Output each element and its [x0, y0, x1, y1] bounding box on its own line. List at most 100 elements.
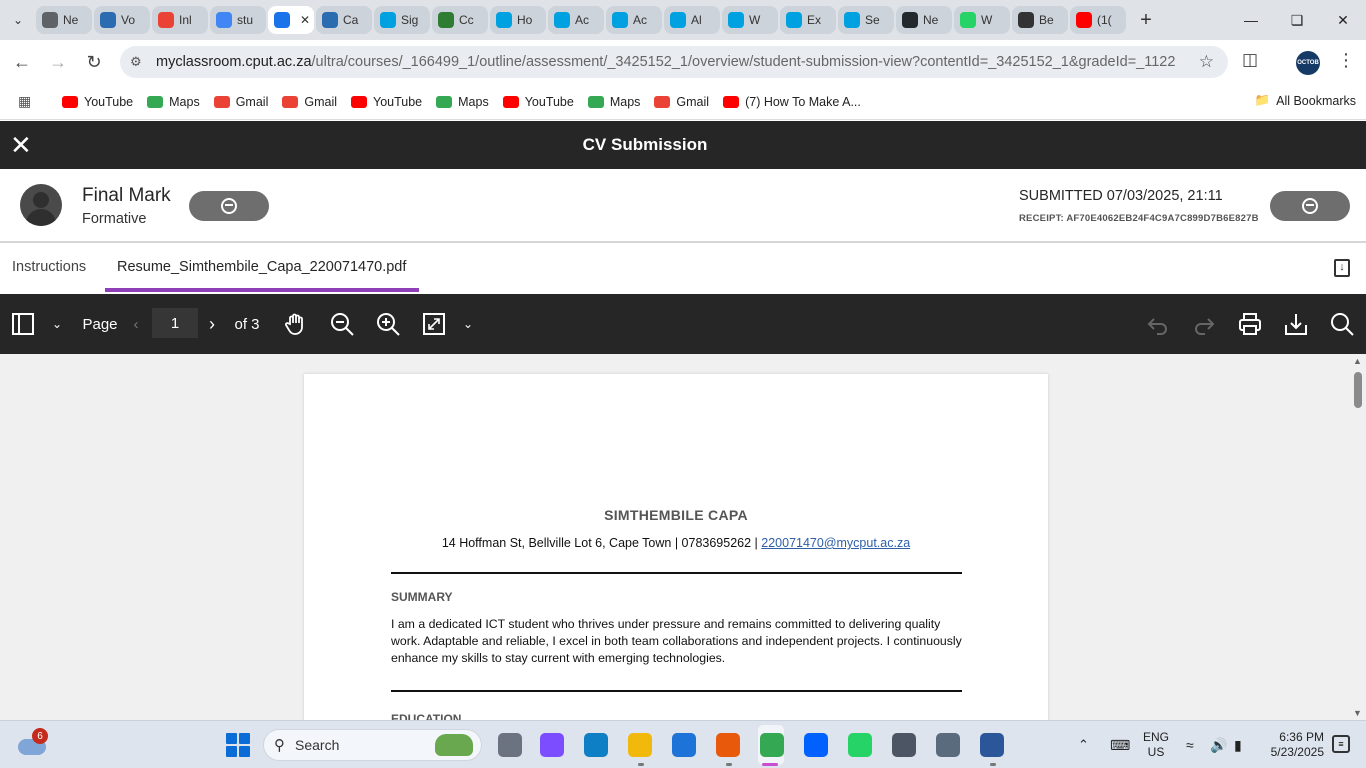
- profile-avatar[interactable]: OCTOB: [1296, 51, 1320, 75]
- tab-resume-file[interactable]: Resume_Simthembile_Capa_220071470.pdf: [117, 259, 406, 275]
- start-button[interactable]: [226, 733, 250, 757]
- chrome-icon[interactable]: [756, 729, 788, 761]
- browser-tab[interactable]: Cc: [432, 6, 488, 34]
- word-icon[interactable]: [976, 729, 1008, 761]
- fit-page-icon[interactable]: [420, 294, 448, 354]
- omnibox[interactable]: ⚙ myclassroom.cput.ac.za/ultra/courses/_…: [120, 46, 1228, 78]
- task-view-icon[interactable]: [494, 729, 526, 761]
- hand-tool-icon[interactable]: [282, 294, 310, 354]
- firefox-icon[interactable]: [712, 729, 744, 761]
- salesforce-icon: [728, 12, 744, 28]
- browser-tab[interactable]: Ho: [490, 6, 546, 34]
- show-hidden-icons-icon[interactable]: ⌃: [1078, 721, 1089, 768]
- bookmark-star-icon[interactable]: ☆: [1199, 52, 1214, 72]
- minimize-icon[interactable]: —: [1228, 0, 1274, 40]
- bookmark-item[interactable]: Gmail: [282, 95, 337, 109]
- grade-pill-button[interactable]: [189, 191, 269, 221]
- email-link[interactable]: 220071470@mycput.ac.za: [761, 536, 910, 550]
- all-bookmarks[interactable]: 📁 All Bookmarks: [1255, 93, 1356, 108]
- redo-icon[interactable]: [1190, 294, 1218, 354]
- undo-icon[interactable]: [1144, 294, 1172, 354]
- language-indicator[interactable]: ENG US: [1143, 730, 1169, 760]
- bookmark-item[interactable]: Gmail: [654, 95, 709, 109]
- url-text[interactable]: myclassroom.cput.ac.za/ultra/courses/_16…: [156, 54, 1176, 70]
- chevron-down-icon[interactable]: ⌄: [48, 294, 66, 354]
- tab-search-chevron-icon[interactable]: ⌄: [0, 0, 36, 40]
- browser-tab[interactable]: stu: [210, 6, 266, 34]
- new-tab-button[interactable]: +: [1132, 6, 1160, 34]
- taskbar-search[interactable]: ⚲ Search: [263, 729, 482, 761]
- browser-tab[interactable]: Ex: [780, 6, 836, 34]
- settings-icon[interactable]: [932, 729, 964, 761]
- prev-page-icon[interactable]: ‹: [128, 294, 144, 354]
- browser-tab[interactable]: Ca: [316, 6, 372, 34]
- close-tab-icon[interactable]: ✕: [300, 13, 310, 27]
- tool-app-icon[interactable]: [888, 729, 920, 761]
- bookmark-item[interactable]: YouTube: [62, 95, 133, 109]
- reload-icon[interactable]: ↻: [76, 44, 112, 80]
- sidebar-toggle-icon[interactable]: [8, 294, 38, 354]
- scroll-thumb[interactable]: [1354, 372, 1362, 408]
- whatsapp-icon[interactable]: [844, 729, 876, 761]
- file-explorer-icon[interactable]: [624, 729, 656, 761]
- zoom-in-icon[interactable]: [374, 294, 402, 354]
- browser-tab[interactable]: Sig: [374, 6, 430, 34]
- browser-tab[interactable]: ✕: [268, 6, 314, 34]
- forward-icon[interactable]: →: [40, 44, 76, 80]
- browser-tab[interactable]: W: [954, 6, 1010, 34]
- scroll-up-icon[interactable]: ▲: [1353, 356, 1362, 366]
- pdf-scrollbar[interactable]: ▲ ▼: [1350, 354, 1366, 720]
- zoom-out-icon[interactable]: [328, 294, 356, 354]
- fit-options-chevron-icon[interactable]: ⌄: [460, 294, 476, 354]
- next-page-icon[interactable]: ›: [204, 294, 220, 354]
- apps-grid-icon[interactable]: ▦: [18, 93, 36, 111]
- dropbox-icon[interactable]: [800, 729, 832, 761]
- copilot-icon[interactable]: [536, 729, 568, 761]
- weather-widget[interactable]: 6: [18, 728, 48, 759]
- browser-tab[interactable]: Inl: [152, 6, 208, 34]
- page-number-input[interactable]: 1: [152, 308, 198, 338]
- pdf-viewer[interactable]: SIMTHEMBILE CAPA 14 Hoffman St, Bellvill…: [0, 354, 1366, 720]
- bookmark-item[interactable]: Gmail: [213, 95, 268, 109]
- search-label: Search: [295, 737, 340, 753]
- tab-instructions[interactable]: Instructions: [12, 259, 86, 275]
- browser-tab[interactable]: Ac: [548, 6, 604, 34]
- print-icon[interactable]: [1236, 294, 1264, 354]
- maximize-icon[interactable]: ❏: [1274, 0, 1320, 40]
- back-icon[interactable]: ←: [4, 44, 40, 80]
- battery-icon[interactable]: ▮: [1234, 721, 1242, 768]
- search-pdf-icon[interactable]: [1328, 294, 1356, 354]
- browser-tab[interactable]: Al: [664, 6, 720, 34]
- browser-tab[interactable]: Be: [1012, 6, 1068, 34]
- bookmark-item[interactable]: Maps: [436, 95, 489, 109]
- browser-tab[interactable]: (1(: [1070, 6, 1126, 34]
- microsoft-store-icon[interactable]: [668, 729, 700, 761]
- close-window-icon[interactable]: ✕: [1320, 0, 1366, 40]
- bookmark-item[interactable]: (7) How To Make A...: [723, 95, 861, 109]
- extensions-icon[interactable]: ◫: [1242, 50, 1258, 70]
- browser-tab[interactable]: W: [722, 6, 778, 34]
- wifi-icon[interactable]: ≈: [1186, 721, 1194, 768]
- browser-tab[interactable]: Ne: [36, 6, 92, 34]
- site-info-icon[interactable]: ⚙: [130, 54, 156, 70]
- download-file-icon[interactable]: ↓: [1334, 259, 1350, 277]
- salesforce-icon: [786, 12, 802, 28]
- download-pdf-icon[interactable]: [1282, 294, 1310, 354]
- browser-tab[interactable]: Vo: [94, 6, 150, 34]
- browser-tab[interactable]: Ne: [896, 6, 952, 34]
- submission-pill-button[interactable]: [1270, 191, 1350, 221]
- chrome-menu-icon[interactable]: ⋮: [1337, 50, 1355, 71]
- scroll-down-icon[interactable]: ▼: [1353, 708, 1362, 718]
- clock[interactable]: 6:36 PM 5/23/2025: [1262, 730, 1324, 760]
- bookmark-item[interactable]: YouTube: [502, 95, 574, 109]
- hidden-device-icon[interactable]: ⌨: [1110, 721, 1130, 768]
- bookmark-item[interactable]: Maps: [147, 95, 200, 109]
- browser-tab[interactable]: Se: [838, 6, 894, 34]
- notification-icon[interactable]: ≡: [1332, 735, 1350, 753]
- edge-icon[interactable]: [580, 729, 612, 761]
- browser-tab[interactable]: Ac: [606, 6, 662, 34]
- bookmark-item[interactable]: Maps: [587, 95, 640, 109]
- bookmark-item[interactable]: YouTube: [351, 95, 422, 109]
- tab-title: Inl: [179, 13, 192, 27]
- volume-icon[interactable]: 🔊: [1210, 721, 1227, 768]
